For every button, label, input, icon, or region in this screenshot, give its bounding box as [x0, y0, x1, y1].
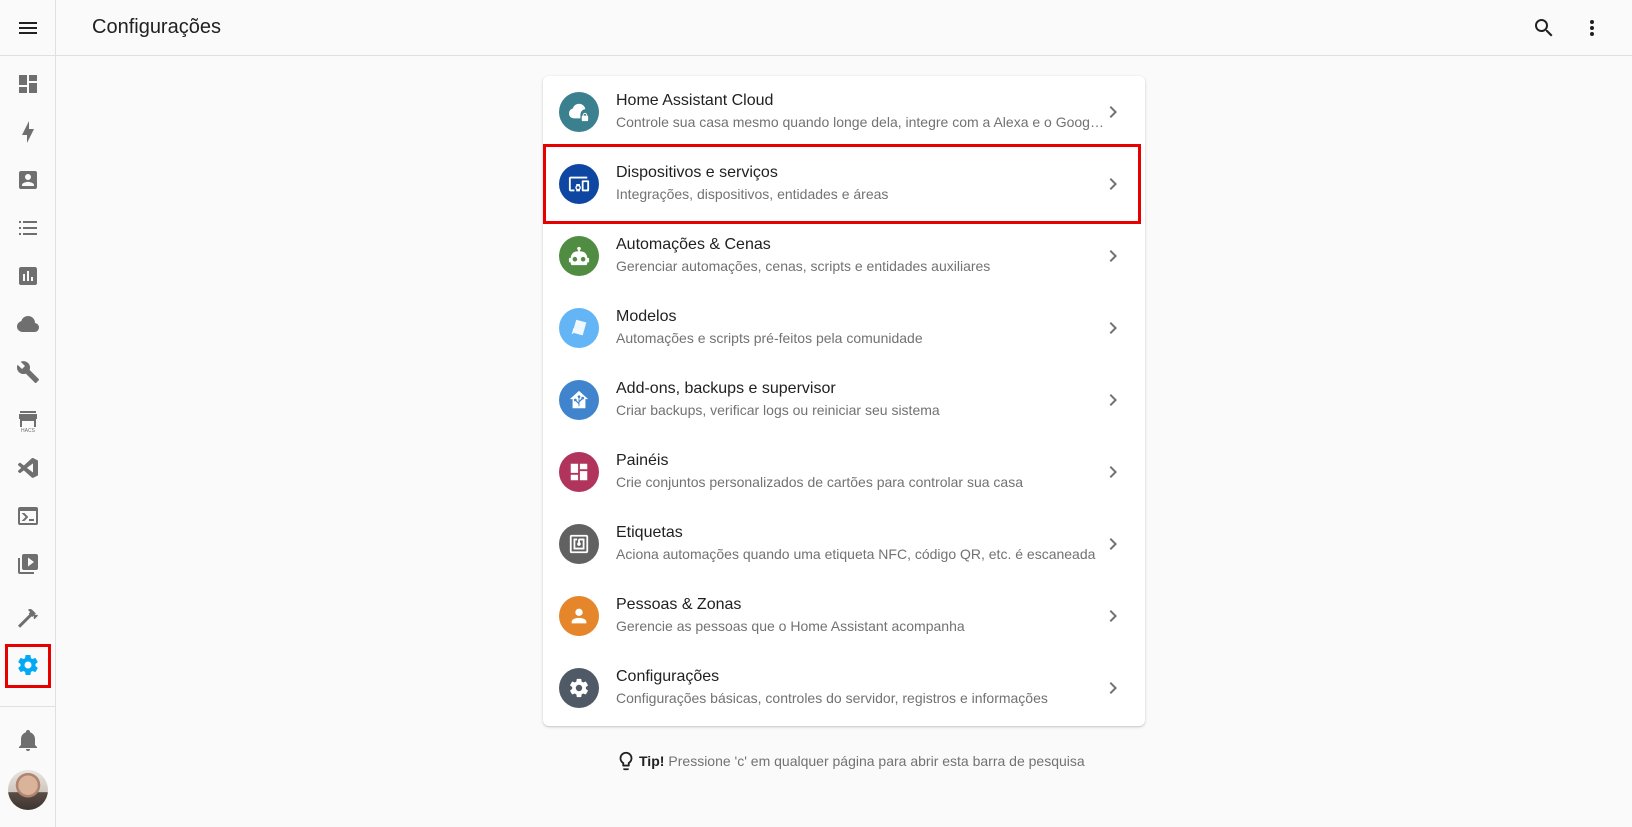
account-box-icon	[19, 171, 37, 189]
sidebar-item-overview[interactable]	[0, 62, 56, 106]
settings-item-people[interactable]: Pessoas & Zonas Gerencie as pessoas que …	[543, 580, 1145, 652]
settings-item-addons[interactable]: Add-ons, backups e supervisor Criar back…	[543, 364, 1145, 436]
settings-item-icon	[559, 452, 599, 492]
settings-item-icon	[559, 380, 599, 420]
settings-item-dashboards[interactable]: Painéis Crie conjuntos personalizados de…	[543, 436, 1145, 508]
sidebar-item-hacs[interactable]: HACS	[0, 398, 56, 442]
settings-item-icon	[559, 524, 599, 564]
settings-item-system[interactable]: Configurações Configurações básicas, con…	[543, 652, 1145, 724]
account-icon	[571, 608, 587, 624]
settings-item-icon	[559, 164, 599, 204]
settings-item-title: Dispositivos e serviços	[616, 164, 778, 181]
view-dashboard-icon	[570, 463, 588, 481]
settings-item-title: Configurações	[616, 668, 720, 685]
chevron-right-icon	[1101, 316, 1125, 340]
sidebar-item-terminal[interactable]	[0, 494, 56, 538]
settings-item-description: Controle sua casa mesmo quando longe del…	[616, 114, 1106, 130]
wrench-icon	[16, 361, 39, 383]
blueprint-icon	[571, 319, 587, 336]
vscode-icon	[17, 457, 38, 478]
sidebar-item-energy[interactable]	[0, 110, 56, 154]
chevron-right-icon	[1101, 100, 1125, 124]
settings-list-card: Home Assistant Cloud Controle sua casa m…	[543, 76, 1145, 726]
sidebar-item-todo[interactable]	[0, 206, 56, 250]
settings-item-description: Gerenciar automações, cenas, scripts e e…	[616, 258, 991, 274]
cloud-icon	[17, 316, 39, 332]
hammer-icon	[18, 608, 38, 628]
search-tip: Tip! Pressione 'c' em qualquer página pa…	[615, 749, 1085, 773]
search-button[interactable]	[1524, 8, 1564, 48]
lightbulb-outline-icon	[619, 751, 633, 771]
settings-item-description: Criar backups, verificar logs ou reinici…	[616, 402, 940, 418]
settings-item-title: Automações & Cenas	[616, 236, 771, 253]
settings-item-title: Add-ons, backups e supervisor	[616, 380, 836, 397]
highlight-box	[543, 144, 1141, 224]
format-list-checks-icon	[19, 221, 37, 235]
sidebar-item-cloud[interactable]	[0, 302, 56, 346]
settings-item-devices-services[interactable]: Dispositivos e serviços Integrações, dis…	[543, 144, 1145, 224]
dots-vertical-icon	[1590, 20, 1594, 36]
lightning-bolt-icon	[22, 121, 34, 143]
page-title: Configurações	[92, 16, 221, 38]
play-box-multiple-icon	[18, 554, 38, 574]
chevron-right-icon	[1101, 532, 1125, 556]
settings-item-blueprints[interactable]: Modelos Automações e scripts pré-feitos …	[543, 292, 1145, 364]
notifications-button[interactable]	[0, 718, 56, 762]
tip-text: Pressione 'c' em qualquer página para ab…	[668, 753, 1085, 769]
settings-item-icon	[559, 308, 599, 348]
cloud-lock-icon	[568, 103, 589, 122]
settings-item-description: Automações e scripts pré-feitos pela com…	[616, 330, 923, 346]
settings-item-icon	[559, 236, 599, 276]
chevron-right-icon	[1101, 172, 1125, 196]
settings-item-description: Gerencie as pessoas que o Home Assistant…	[616, 618, 965, 634]
sidebar-item-media[interactable]	[0, 542, 56, 586]
settings-item-cloud[interactable]: Home Assistant Cloud Controle sua casa m…	[543, 76, 1145, 148]
settings-item-icon	[559, 668, 599, 708]
chevron-right-icon	[1101, 676, 1125, 700]
highlight-box	[5, 644, 51, 688]
store-icon: HACS	[19, 411, 37, 432]
app-header: Configurações	[56, 0, 1632, 56]
cog-icon	[570, 678, 588, 698]
menu-icon	[19, 22, 37, 34]
home-assistant-icon	[569, 390, 589, 409]
settings-item-title: Home Assistant Cloud	[616, 92, 774, 109]
bell-icon	[19, 730, 37, 751]
sidebar-item-logbook[interactable]	[0, 158, 56, 202]
settings-item-description: Configurações básicas, controles do serv…	[616, 690, 1048, 706]
menu-button[interactable]	[0, 0, 56, 56]
chart-box-icon	[19, 267, 37, 285]
chevron-right-icon	[1101, 460, 1125, 484]
settings-item-title: Etiquetas	[616, 524, 683, 541]
robot-icon	[568, 246, 590, 266]
sidebar-item-history[interactable]	[0, 254, 56, 298]
chevron-right-icon	[1101, 388, 1125, 412]
settings-item-title: Pessoas & Zonas	[616, 596, 742, 613]
settings-item-automations[interactable]: Automações & Cenas Gerenciar automações,…	[543, 220, 1145, 292]
settings-item-title: Modelos	[616, 308, 677, 325]
user-avatar[interactable]	[8, 770, 48, 810]
settings-item-description: Crie conjuntos personalizados de cartões…	[616, 474, 1024, 490]
settings-item-icon	[559, 92, 599, 132]
settings-item-title: Painéis	[616, 452, 669, 469]
settings-item-description: Aciona automações quando uma etiqueta NF…	[616, 546, 1096, 562]
chevron-right-icon	[1101, 244, 1125, 268]
sidebar-item-tools[interactable]	[0, 350, 56, 394]
settings-item-description: Integrações, dispositivos, entidades e á…	[616, 186, 889, 202]
devices-icon	[568, 176, 590, 192]
sidebar-item-vscode[interactable]	[0, 446, 56, 490]
console-icon	[18, 507, 38, 525]
sidebar: HACS	[0, 0, 56, 827]
tip-label: Tip!	[639, 753, 665, 769]
sidebar-item-settings[interactable]	[0, 643, 56, 688]
svg-text:HACS: HACS	[21, 428, 36, 432]
chevron-right-icon	[1101, 604, 1125, 628]
settings-item-tags[interactable]: Etiquetas Aciona automações quando uma e…	[543, 508, 1145, 580]
view-dashboard-icon	[19, 75, 37, 93]
nfc-variant-icon	[569, 534, 589, 554]
sidebar-item-developer-tools[interactable]	[0, 596, 56, 640]
overflow-menu-button[interactable]	[1572, 8, 1612, 48]
search-icon	[1535, 19, 1553, 37]
settings-item-icon	[559, 596, 599, 636]
